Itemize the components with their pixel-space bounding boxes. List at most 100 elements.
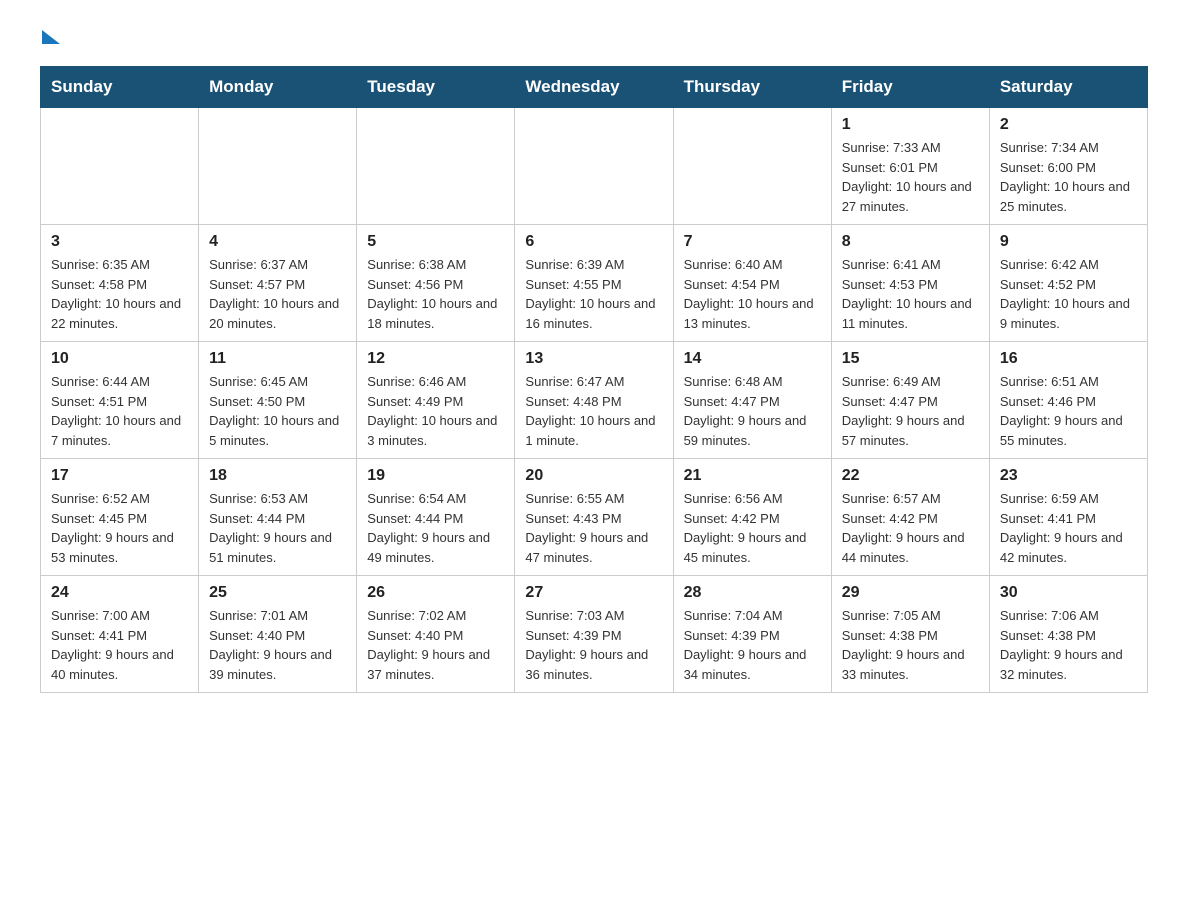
day-number: 28 (684, 584, 821, 602)
day-info: Sunrise: 6:44 AM Sunset: 4:51 PM Dayligh… (51, 372, 188, 450)
calendar-week-row: 3Sunrise: 6:35 AM Sunset: 4:58 PM Daylig… (41, 225, 1148, 342)
day-number: 29 (842, 584, 979, 602)
day-info: Sunrise: 6:46 AM Sunset: 4:49 PM Dayligh… (367, 372, 504, 450)
calendar-cell: 5 Sunrise: 6:38 AM Sunset: 4:56 PM Daylig… (357, 225, 515, 342)
day-info: Sunrise: 6:48 AM Sunset: 4:47 PM Dayligh… (684, 372, 821, 450)
weekday-header: Thursday (673, 67, 831, 108)
calendar-cell: 9Sunrise: 6:42 AM Sunset: 4:52 PM Daylig… (989, 225, 1147, 342)
calendar-week-row: 10 Sunrise: 6:44 AM Sunset: 4:51 PM Dayli… (41, 342, 1148, 459)
calendar-cell: 29 Sunrise: 7:05 AM Sunset: 4:38 PM Dayli… (831, 576, 989, 693)
calendar-cell: 4 Sunrise: 6:37 AM Sunset: 4:57 PM Daylig… (199, 225, 357, 342)
day-number: 30 (1000, 584, 1137, 602)
day-info: Sunrise: 7:34 AM Sunset: 6:00 PM Dayligh… (1000, 138, 1137, 216)
day-number: 10 (51, 350, 188, 368)
calendar-cell: 2 Sunrise: 7:34 AM Sunset: 6:00 PM Daylig… (989, 108, 1147, 225)
calendar-cell: 10 Sunrise: 6:44 AM Sunset: 4:51 PM Dayli… (41, 342, 199, 459)
day-info: Sunrise: 6:51 AM Sunset: 4:46 PM Dayligh… (1000, 372, 1137, 450)
day-number: 12 (367, 350, 504, 368)
logo (40, 30, 60, 52)
day-number: 16 (1000, 350, 1137, 368)
calendar-cell: 16 Sunrise: 6:51 AM Sunset: 4:46 PM Dayli… (989, 342, 1147, 459)
calendar-cell: 6 Sunrise: 6:39 AM Sunset: 4:55 PM Daylig… (515, 225, 673, 342)
calendar-cell: 18 Sunrise: 6:53 AM Sunset: 4:44 PM Dayli… (199, 459, 357, 576)
day-number: 22 (842, 467, 979, 485)
day-info: Sunrise: 6:49 AM Sunset: 4:47 PM Dayligh… (842, 372, 979, 450)
calendar-cell: 24 Sunrise: 7:00 AM Sunset: 4:41 PM Dayli… (41, 576, 199, 693)
day-info: Sunrise: 6:45 AM Sunset: 4:50 PM Dayligh… (209, 372, 346, 450)
calendar-cell: 3Sunrise: 6:35 AM Sunset: 4:58 PM Daylig… (41, 225, 199, 342)
day-info: Sunrise: 6:42 AM Sunset: 4:52 PM Dayligh… (1000, 255, 1137, 333)
day-number: 18 (209, 467, 346, 485)
day-number: 8 (842, 233, 979, 251)
day-number: 4 (209, 233, 346, 251)
day-info: Sunrise: 6:40 AM Sunset: 4:54 PM Dayligh… (684, 255, 821, 333)
day-number: 5 (367, 233, 504, 251)
day-number: 25 (209, 584, 346, 602)
calendar-cell: 22 Sunrise: 6:57 AM Sunset: 4:42 PM Dayli… (831, 459, 989, 576)
page-header (40, 30, 1148, 52)
calendar-cell: 7 Sunrise: 6:40 AM Sunset: 4:54 PM Daylig… (673, 225, 831, 342)
day-info: Sunrise: 6:41 AM Sunset: 4:53 PM Dayligh… (842, 255, 979, 333)
calendar-cell: 17Sunrise: 6:52 AM Sunset: 4:45 PM Dayli… (41, 459, 199, 576)
calendar-cell: 8 Sunrise: 6:41 AM Sunset: 4:53 PM Daylig… (831, 225, 989, 342)
weekday-header: Monday (199, 67, 357, 108)
calendar-week-row: 17Sunrise: 6:52 AM Sunset: 4:45 PM Dayli… (41, 459, 1148, 576)
calendar-cell: 15 Sunrise: 6:49 AM Sunset: 4:47 PM Dayli… (831, 342, 989, 459)
day-info: Sunrise: 6:59 AM Sunset: 4:41 PM Dayligh… (1000, 489, 1137, 567)
calendar-cell (515, 108, 673, 225)
calendar-cell: 13 Sunrise: 6:47 AM Sunset: 4:48 PM Dayli… (515, 342, 673, 459)
day-info: Sunrise: 7:02 AM Sunset: 4:40 PM Dayligh… (367, 606, 504, 684)
calendar-cell: 14 Sunrise: 6:48 AM Sunset: 4:47 PM Dayli… (673, 342, 831, 459)
day-info: Sunrise: 7:06 AM Sunset: 4:38 PM Dayligh… (1000, 606, 1137, 684)
day-number: 1 (842, 116, 979, 134)
calendar-cell: 28Sunrise: 7:04 AM Sunset: 4:39 PM Dayli… (673, 576, 831, 693)
day-info: Sunrise: 7:01 AM Sunset: 4:40 PM Dayligh… (209, 606, 346, 684)
calendar-cell: 11 Sunrise: 6:45 AM Sunset: 4:50 PM Dayli… (199, 342, 357, 459)
weekday-header: Sunday (41, 67, 199, 108)
weekday-header: Tuesday (357, 67, 515, 108)
day-info: Sunrise: 6:53 AM Sunset: 4:44 PM Dayligh… (209, 489, 346, 567)
day-number: 26 (367, 584, 504, 602)
logo-arrow-icon (42, 30, 60, 44)
calendar-cell (673, 108, 831, 225)
day-info: Sunrise: 6:39 AM Sunset: 4:55 PM Dayligh… (525, 255, 662, 333)
calendar-cell: 30 Sunrise: 7:06 AM Sunset: 4:38 PM Dayli… (989, 576, 1147, 693)
day-number: 23 (1000, 467, 1137, 485)
calendar-cell: 23 Sunrise: 6:59 AM Sunset: 4:41 PM Dayli… (989, 459, 1147, 576)
day-info: Sunrise: 6:38 AM Sunset: 4:56 PM Dayligh… (367, 255, 504, 333)
day-info: Sunrise: 7:33 AM Sunset: 6:01 PM Dayligh… (842, 138, 979, 216)
day-info: Sunrise: 6:57 AM Sunset: 4:42 PM Dayligh… (842, 489, 979, 567)
calendar-cell (357, 108, 515, 225)
day-info: Sunrise: 7:00 AM Sunset: 4:41 PM Dayligh… (51, 606, 188, 684)
calendar-week-row: 24 Sunrise: 7:00 AM Sunset: 4:41 PM Dayli… (41, 576, 1148, 693)
day-info: Sunrise: 7:05 AM Sunset: 4:38 PM Dayligh… (842, 606, 979, 684)
day-number: 11 (209, 350, 346, 368)
weekday-header: Saturday (989, 67, 1147, 108)
weekday-header: Wednesday (515, 67, 673, 108)
day-info: Sunrise: 6:54 AM Sunset: 4:44 PM Dayligh… (367, 489, 504, 567)
day-number: 14 (684, 350, 821, 368)
day-number: 7 (684, 233, 821, 251)
day-number: 21 (684, 467, 821, 485)
day-number: 19 (367, 467, 504, 485)
calendar-cell: 27Sunrise: 7:03 AM Sunset: 4:39 PM Dayli… (515, 576, 673, 693)
day-number: 3 (51, 233, 188, 251)
calendar-cell (41, 108, 199, 225)
calendar-cell (199, 108, 357, 225)
day-number: 6 (525, 233, 662, 251)
calendar-cell: 21Sunrise: 6:56 AM Sunset: 4:42 PM Dayli… (673, 459, 831, 576)
day-number: 24 (51, 584, 188, 602)
day-number: 27 (525, 584, 662, 602)
calendar-week-row: 1 Sunrise: 7:33 AM Sunset: 6:01 PM Daylig… (41, 108, 1148, 225)
day-info: Sunrise: 6:37 AM Sunset: 4:57 PM Dayligh… (209, 255, 346, 333)
calendar-table: SundayMondayTuesdayWednesdayThursdayFrid… (40, 66, 1148, 693)
day-number: 13 (525, 350, 662, 368)
calendar-cell: 19 Sunrise: 6:54 AM Sunset: 4:44 PM Dayli… (357, 459, 515, 576)
weekday-header: Friday (831, 67, 989, 108)
day-info: Sunrise: 6:55 AM Sunset: 4:43 PM Dayligh… (525, 489, 662, 567)
day-info: Sunrise: 6:47 AM Sunset: 4:48 PM Dayligh… (525, 372, 662, 450)
calendar-cell: 12 Sunrise: 6:46 AM Sunset: 4:49 PM Dayli… (357, 342, 515, 459)
calendar-cell: 1 Sunrise: 7:33 AM Sunset: 6:01 PM Daylig… (831, 108, 989, 225)
day-number: 2 (1000, 116, 1137, 134)
day-number: 15 (842, 350, 979, 368)
